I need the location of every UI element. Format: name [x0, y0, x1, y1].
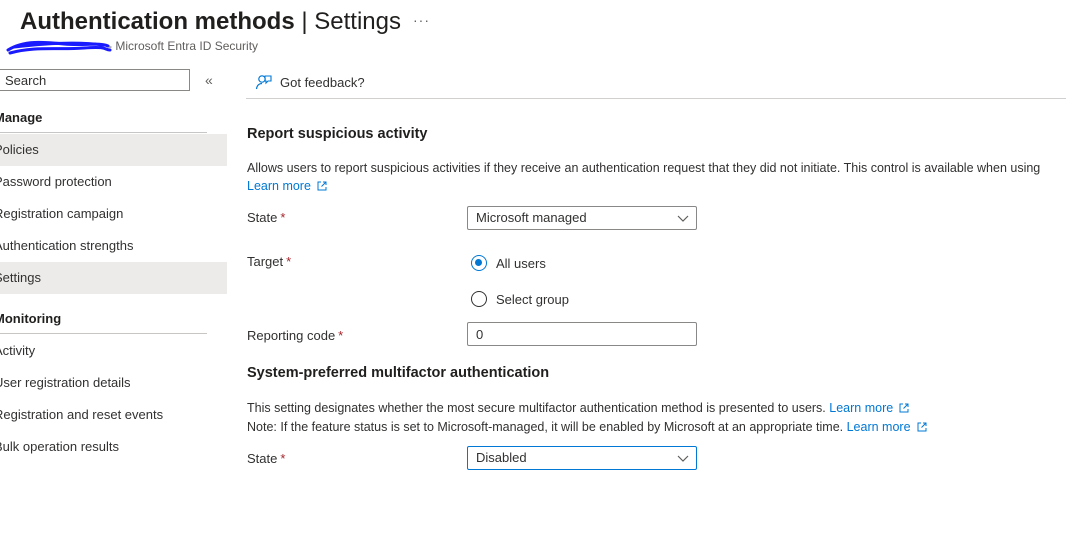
sidebar-item-label: Policies [0, 142, 39, 157]
learn-more-link[interactable]: Learn more [247, 179, 311, 193]
sidebar-item-label: Activity [0, 343, 36, 358]
sidebar-item-password-protection[interactable]: Password protection [0, 166, 227, 198]
state-label: State * [247, 210, 286, 225]
report-state-value: Microsoft managed [476, 210, 587, 225]
radio-unchecked-icon [471, 291, 487, 307]
nav-group-divider [0, 132, 207, 133]
sidebar-item-policies[interactable]: Policies [0, 134, 227, 166]
system-preferred-line1: This setting designates whether the most… [247, 401, 909, 415]
sidebar-item-user-registration-details[interactable]: User registration details [0, 367, 227, 399]
page-title-separator: | [301, 8, 308, 35]
radio-label: All users [496, 255, 546, 271]
system-preferred-line2: Note: If the feature status is set to Mi… [247, 420, 927, 434]
reporting-code-label: Reporting code * [247, 328, 344, 343]
sidebar-item-bulk-operation-results[interactable]: Bulk operation results [0, 431, 227, 463]
reporting-code-field[interactable] [467, 322, 697, 346]
report-state-dropdown[interactable]: Microsoft managed [467, 206, 697, 230]
mfa-state-value: Disabled [476, 450, 527, 465]
target-all-users-radio[interactable]: All users [471, 255, 546, 271]
page-title-sub: Settings [314, 8, 401, 35]
report-suspicious-learn-more[interactable]: Learn more [247, 179, 327, 193]
sidebar-item-authentication-strengths[interactable]: Authentication strengths [0, 230, 227, 262]
sidebar-item-activity[interactable]: Activity [0, 335, 227, 367]
sidebar-item-label: User registration details [0, 375, 131, 390]
chevron-down-icon [677, 455, 689, 462]
mfa-state-label: State * [247, 451, 286, 466]
learn-more-link[interactable]: Learn more [847, 420, 911, 434]
toolbar-divider [246, 98, 1066, 99]
mfa-state-dropdown[interactable]: Disabled [467, 446, 697, 470]
radio-label: Select group [496, 291, 569, 307]
page-title: Authentication methods | Settings [20, 6, 401, 38]
search-box[interactable] [0, 69, 201, 91]
learn-more-link[interactable]: Learn more [829, 401, 893, 415]
external-link-icon [917, 422, 927, 432]
search-input[interactable] [0, 70, 201, 90]
sidebar-item-label: Password protection [0, 174, 112, 189]
report-suspicious-description: Allows users to report suspicious activi… [247, 161, 1041, 175]
target-label: Target * [247, 254, 292, 269]
feedback-label: Got feedback? [280, 74, 365, 90]
sidebar-item-registration-campaign[interactable]: Registration campaign [0, 198, 227, 230]
sidebar-item-registration-reset-events[interactable]: Registration and reset events [0, 399, 227, 431]
nav-group-divider [0, 333, 207, 334]
system-preferred-title: System-preferred multifactor authenticat… [247, 365, 550, 381]
chevron-down-icon [677, 215, 689, 222]
external-link-icon [899, 403, 909, 413]
sidebar-item-label: Registration campaign [0, 206, 124, 221]
sidebar-item-label: Settings [0, 270, 41, 285]
redaction-scribble [6, 40, 112, 55]
report-suspicious-title: Report suspicious activity [247, 126, 428, 142]
more-options-icon[interactable]: ··· [413, 12, 430, 28]
target-select-group-radio[interactable]: Select group [471, 291, 569, 307]
radio-checked-icon [471, 255, 487, 271]
reporting-code-input[interactable] [468, 323, 696, 345]
external-link-icon [317, 181, 327, 191]
sidebar-item-label: Authentication strengths [0, 238, 134, 253]
page-title-main: Authentication methods [20, 8, 295, 35]
breadcrumb: - Microsoft Entra ID Security [108, 39, 259, 53]
sidebar-item-label: Registration and reset events [0, 407, 164, 422]
feedback-button[interactable]: Got feedback? [255, 72, 365, 92]
nav-group-manage: Manage [0, 110, 43, 125]
feedback-icon [255, 74, 272, 89]
sidebar-item-label: Bulk operation results [0, 439, 120, 454]
collapse-sidebar-icon[interactable]: « [205, 72, 213, 88]
sidebar-item-settings[interactable]: Settings [0, 262, 227, 294]
nav-group-monitoring: Monitoring [0, 311, 62, 326]
